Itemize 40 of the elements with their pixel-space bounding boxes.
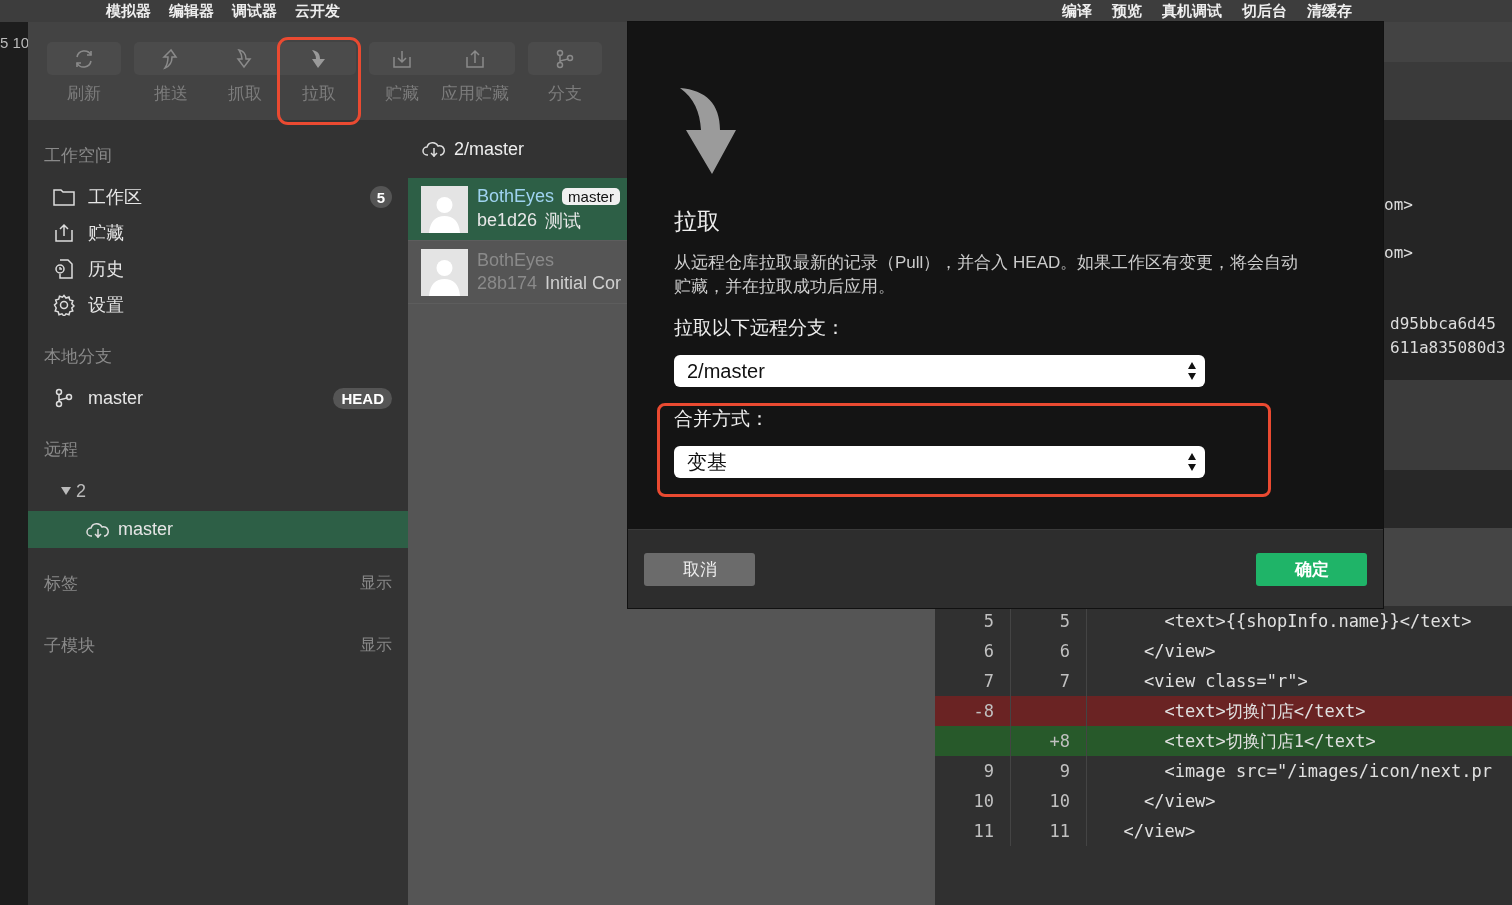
tree-label: 2 — [76, 480, 86, 502]
dialog-title: 拉取 — [674, 207, 721, 236]
line-number: 6 — [1011, 636, 1087, 666]
code-line: <view class="r"> — [1142, 671, 1308, 691]
section-heading: 本地分支 — [44, 346, 113, 368]
count-badge: 5 — [370, 186, 392, 208]
line-text: 5 10 — [0, 34, 30, 51]
commit-message: Initial Cor — [545, 273, 622, 294]
field-value: d95bbca6d45 — [1390, 313, 1496, 333]
field-label: 合并方式： — [674, 407, 770, 431]
code-line: <text>切换门店</text> — [1163, 699, 1366, 723]
head-badge: HEAD — [333, 387, 392, 409]
code-line: <image src="/images/icon/next.pr — [1163, 761, 1492, 781]
field-value: 611a835080d3 — [1390, 337, 1506, 357]
section-heading: 子模块 — [44, 634, 95, 657]
line-number: 10 — [935, 786, 1011, 816]
line-number: 10 — [1011, 786, 1087, 816]
field-value: om> — [1384, 242, 1413, 262]
dialog-description: 从远程仓库拉取最新的记录（Pull），并合入 HEAD。如果工作区有变更，将会自动贮藏，并在拉取成功后应用。 — [674, 252, 1300, 298]
section-heading: 远程 — [44, 439, 79, 461]
commit-hash: be1d26 — [477, 210, 538, 231]
commit-author: BothEyes — [477, 185, 555, 207]
section-heading: 工作空间 — [44, 145, 113, 167]
commit-message: 测试 — [545, 209, 582, 233]
line-number: 6 — [935, 636, 1011, 666]
code-line: </view> — [1142, 791, 1216, 811]
code-line: <text>切换门店1</text> — [1163, 729, 1376, 753]
line-number: 11 — [1011, 816, 1087, 846]
section-heading: 标签 — [44, 572, 78, 595]
line-number: 9 — [1011, 756, 1087, 786]
line-number: 9 — [935, 756, 1011, 786]
line-number: 11 — [935, 816, 1011, 846]
code-line: </view> — [1122, 821, 1196, 841]
code-line: </view> — [1142, 641, 1216, 661]
branch-tag: master — [562, 187, 620, 205]
code-line: <text>{{shopInfo.name}}</text> — [1163, 611, 1472, 631]
branch-title: 2/master — [454, 138, 525, 160]
line-number: +8 — [1011, 726, 1087, 756]
field-value: om> — [1384, 194, 1413, 214]
field-label: 拉取以下远程分支： — [674, 316, 846, 340]
